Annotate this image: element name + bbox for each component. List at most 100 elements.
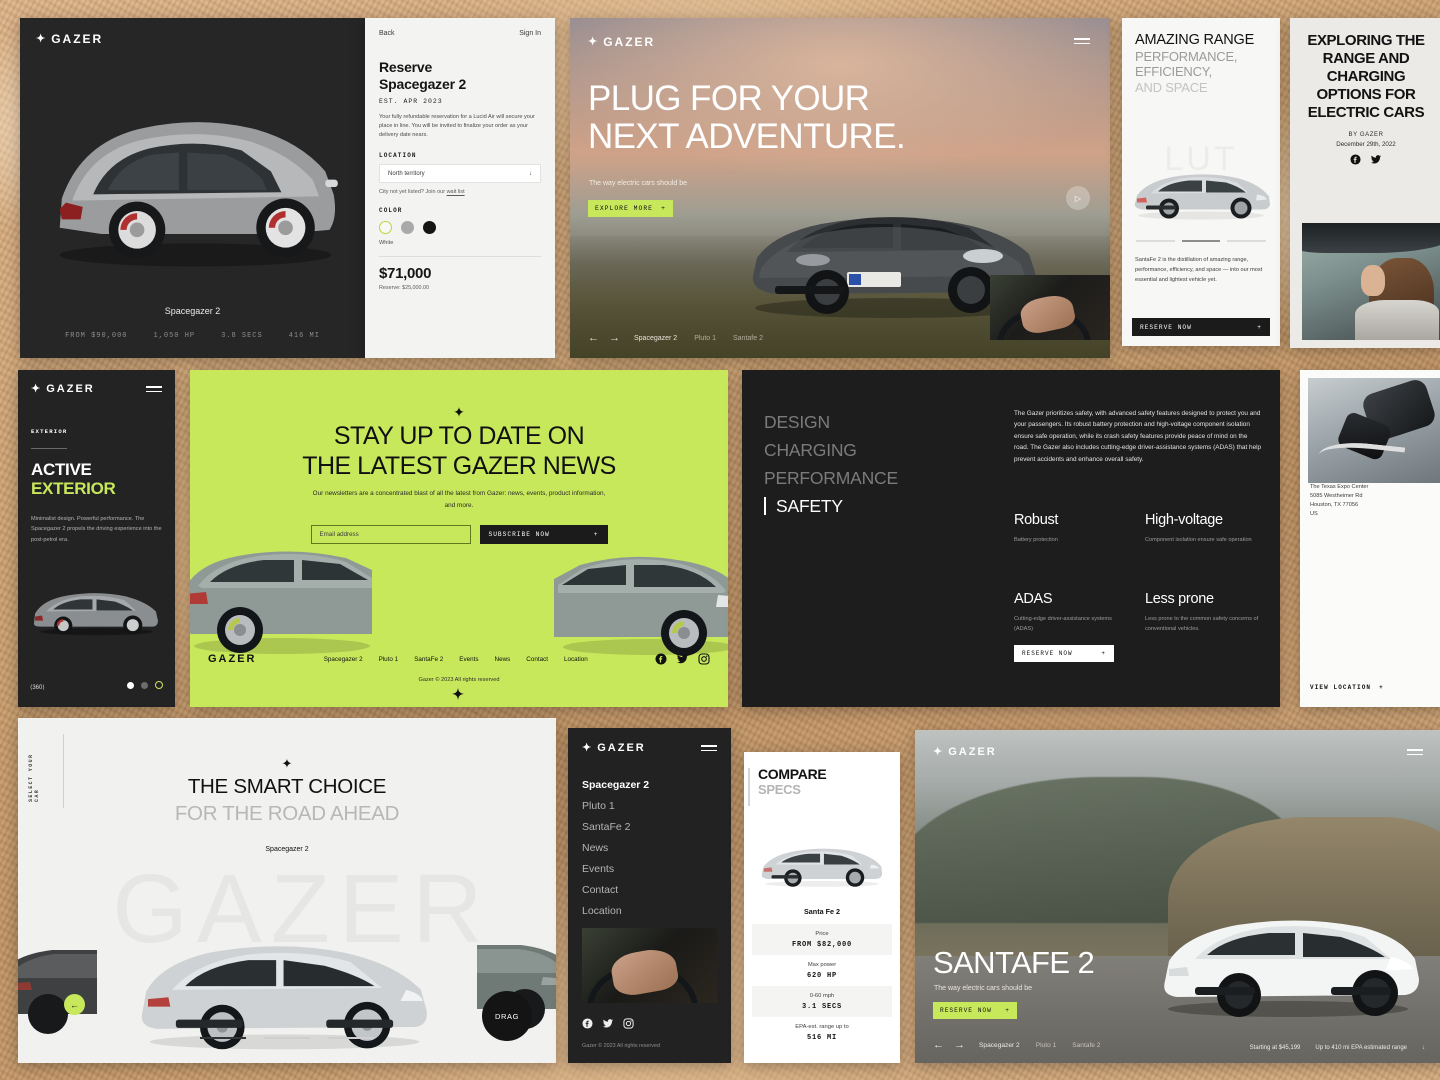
progress-bar-1[interactable] [1136,240,1175,242]
dot-2[interactable] [141,681,148,689]
menu-item-events[interactable]: Events [582,859,717,880]
hamburger-menu-icon[interactable] [701,745,717,752]
instagram-icon[interactable] [623,1018,634,1029]
gazer-logo[interactable]: ✦ GAZER [933,746,997,758]
menu-item-contact[interactable]: Contact [582,880,717,901]
progress-bar-1[interactable] [200,1037,246,1039]
progress-bar-3[interactable] [328,1037,374,1039]
spec-value: FROM $82,000 [791,941,852,949]
car-caption: Spacegazer 2 [164,306,221,316]
hero-video-thumbnail[interactable] [990,275,1110,340]
hamburger-menu-icon[interactable] [146,386,162,393]
reserve-now-button[interactable]: RESERVE NOW + [1014,645,1114,662]
facebook-icon[interactable] [655,653,667,665]
gazer-logo[interactable]: ✦ GAZER [31,383,95,395]
reserve-now-button[interactable]: RESERVE NOW + [1132,318,1270,336]
carousel-dots[interactable] [127,681,163,689]
progress-bar-2[interactable] [1181,240,1221,242]
waitlist-link[interactable]: wait list [447,189,465,195]
model-tab-pluto[interactable]: Pluto 1 [1036,1042,1057,1049]
gazer-logo[interactable]: ✦ GAZER [588,35,655,49]
play-button[interactable]: ▷ [1066,186,1090,210]
address-line-4: US [1310,511,1318,518]
twitter-icon[interactable] [602,1018,614,1029]
footer-nav-news[interactable]: News [495,656,511,663]
scroll-down-icon[interactable]: ↓ [1422,1045,1425,1051]
logo-text: GAZER [208,653,257,665]
feature-menu: DESIGN CHARGING PERFORMANCE SAFETY [764,408,898,520]
menu-item-location[interactable]: Location [582,901,717,922]
arrow-left-icon[interactable]: ← [588,332,599,344]
menu-item-pluto[interactable]: Pluto 1 [582,796,717,817]
menu-item-charging[interactable]: CHARGING [764,436,898,464]
model-tab-pluto[interactable]: Pluto 1 [694,335,716,342]
selected-color-name: White [379,240,394,247]
model-tab-santafe[interactable]: Santafe 2 [733,335,763,342]
explore-more-button[interactable]: EXPLORE MORE + [588,200,673,217]
spec-key: Price [815,931,829,937]
carousel-prev-button[interactable]: ← [64,994,85,1015]
email-input[interactable] [310,525,471,544]
hamburger-menu-icon[interactable] [1074,38,1090,45]
signin-link[interactable]: Sign In [519,30,541,37]
menu-item-news[interactable]: News [582,838,717,859]
instagram-icon[interactable] [698,653,710,665]
hamburger-menu-icon[interactable] [1407,749,1423,756]
footer-nav-contact[interactable]: Contact [526,656,548,663]
model-tab-santafe[interactable]: Santafe 2 [1072,1042,1100,1049]
dot-1[interactable] [127,681,134,689]
feature-adas: ADAS Cutting-edge driver-assistance syst… [1014,591,1131,634]
facebook-icon[interactable] [1350,154,1361,165]
carousel-arrows[interactable]: ← → [933,1039,965,1051]
arrow-right-icon[interactable]: → [954,1039,965,1051]
gazer-logo[interactable]: ✦ GAZER [582,742,646,754]
previous-car-preview[interactable] [18,948,97,1043]
range-heading-line1: AMAZING RANGE [1135,32,1255,48]
compare-model-name: Santa Fe 2 [804,907,840,916]
footer-nav-events[interactable]: Events [459,656,478,663]
swatch-white[interactable] [379,221,392,235]
location-select[interactable]: North territory ↓ [379,164,541,184]
menu-item-performance[interactable]: PERFORMANCE [764,464,898,492]
twitter-icon[interactable] [1370,154,1382,165]
menu-item-safety[interactable]: SAFETY [764,492,898,520]
waitlist-text: City not yet listed? Join our [379,189,447,196]
footer-nav-spacegazer[interactable]: Spacegazer 2 [324,656,363,663]
menu-item-spacegazer[interactable]: Spacegazer 2 [582,775,717,796]
logo-text: GAZER [46,383,95,395]
subscribe-now-button[interactable]: SUBSCRIBE NOW + [479,525,608,544]
progress-bar-2[interactable] [264,1037,310,1039]
view-location-button[interactable]: VIEW LOCATION + [1310,684,1384,691]
model-tab-spacegazer[interactable]: Spacegazer 2 [634,335,677,342]
swatch-grey[interactable] [401,221,414,235]
twitter-icon[interactable] [676,653,689,665]
gazer-logo[interactable]: ✦ GAZER [36,32,103,46]
menu-item-design[interactable]: DESIGN [764,408,898,436]
dot-3-active[interactable] [155,681,163,689]
footer-nav-location[interactable]: Location [564,656,588,663]
location-label: LOCATION [379,152,417,160]
drag-handle[interactable]: DRAG [482,991,532,1041]
hero-headline-line2: NEXT ADVENTURE. [588,116,906,156]
360-view-badge[interactable]: ⟨360⟩ [30,684,45,691]
charging-cable-shape [1317,438,1406,475]
menu-item-santafe[interactable]: SantaFe 2 [582,817,717,838]
footer-nav-santafe[interactable]: SantaFe 2 [414,656,443,663]
back-link[interactable]: Back [379,30,395,37]
arrow-right-icon[interactable]: → [609,332,620,344]
hero-headline-line1: PLUG FOR YOUR [588,79,870,118]
carousel-progress[interactable] [18,1037,556,1039]
model-tab-spacegazer[interactable]: Spacegazer 2 [979,1042,1020,1049]
facebook-icon[interactable] [582,1018,593,1029]
santafe-car-image [1153,899,1423,1019]
reserve-now-button[interactable]: RESERVE NOW + [933,1002,1017,1019]
progress-indicator[interactable] [1136,240,1267,242]
progress-bar-3[interactable] [1227,240,1267,242]
footer-nav-pluto[interactable]: Pluto 1 [379,656,399,663]
arrow-left-icon[interactable]: ← [933,1039,944,1051]
gazer-logo[interactable]: ✦ GAZER [208,653,464,701]
color-swatches [379,221,541,235]
carousel-arrows[interactable]: ← → [588,332,620,344]
smart-choice-heading-line2: FOR THE ROAD AHEAD [174,801,400,825]
swatch-black[interactable] [423,221,436,235]
